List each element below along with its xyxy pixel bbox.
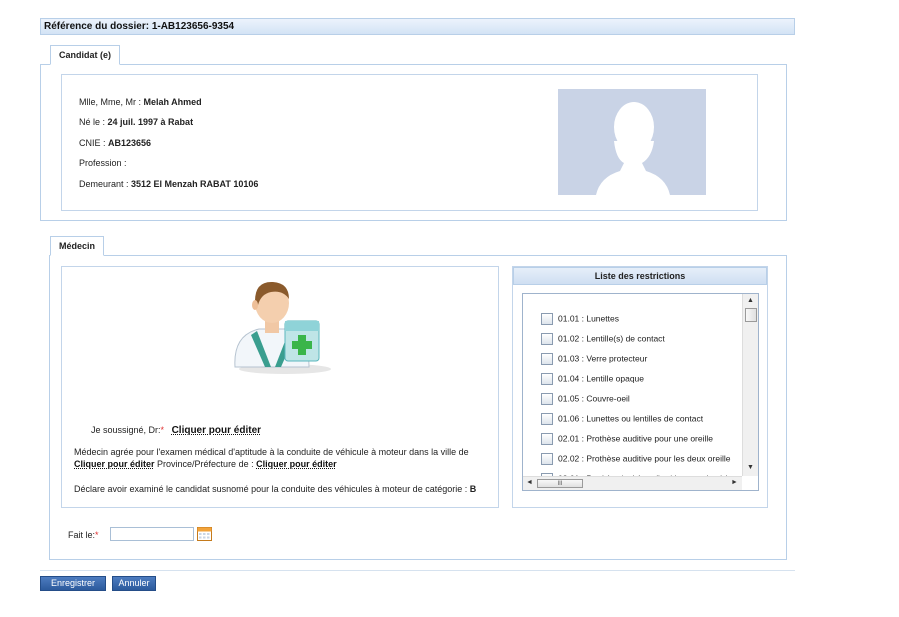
restriction-label: 01.04 : Lentille opaque [558, 373, 645, 384]
candidat-profession: Profession : [79, 158, 127, 168]
restriction-checkbox[interactable] [541, 453, 553, 465]
restriction-checkbox[interactable] [541, 433, 553, 445]
calendar-icon[interactable] [197, 527, 212, 541]
scroll-down-icon[interactable]: ▼ [747, 464, 754, 471]
restrictions-title: Liste des restrictions [513, 267, 767, 285]
candidat-address: Demeurant : 3512 El Menzah RABAT 10106 [79, 179, 259, 189]
vertical-scroll-thumb[interactable] [745, 308, 757, 322]
doctor-name-edit-link[interactable]: Cliquer pour éditer [172, 425, 261, 436]
divider [40, 570, 795, 571]
agree-text: Médecin agrée pour l'examen médical d'ap… [74, 447, 469, 457]
restriction-item[interactable]: 01.06 : Lunettes ou lentilles de contact [541, 413, 703, 425]
restriction-checkbox[interactable] [541, 413, 553, 425]
restriction-checkbox[interactable] [541, 333, 553, 345]
restriction-checkbox[interactable] [541, 353, 553, 365]
candidat-name-value: Melah Ahmed [143, 97, 202, 107]
restriction-item[interactable]: 01.03 : Verre protecteur [541, 353, 647, 365]
category-value: B [469, 484, 477, 494]
cancel-button[interactable]: Annuler [112, 576, 156, 591]
horizontal-scrollbar[interactable]: ◄ III ► [523, 476, 742, 490]
restriction-label: 01.01 : Lunettes [558, 313, 619, 324]
save-button[interactable]: Enregistrer [40, 576, 106, 591]
restriction-checkbox[interactable] [541, 393, 553, 405]
candidat-birth-value: 24 juil. 1997 à Rabat [107, 117, 194, 127]
restriction-item[interactable]: 01.04 : Lentille opaque [541, 373, 644, 385]
required-mark: * [160, 425, 165, 435]
restrictions-list[interactable]: 01.01 : Lunettes 01.02 : Lentille(s) de c… [522, 293, 759, 491]
candidat-cnie: CNIE : AB123656 [79, 138, 152, 148]
candidat-name: Mlle, Mme, Mr : Melah Ahmed [79, 97, 202, 107]
restriction-label: 01.03 : Verre protecteur [558, 353, 648, 364]
candidat-birth: Né le : 24 juil. 1997 à Rabat [79, 117, 194, 127]
restriction-label: 02.01 : Prothèse auditive pour une oreil… [558, 433, 713, 444]
horizontal-scroll-thumb[interactable]: III [537, 479, 583, 488]
restriction-item[interactable]: 01.01 : Lunettes [541, 313, 619, 325]
tab-medecin[interactable]: Médecin [50, 236, 105, 256]
vertical-scrollbar[interactable]: ▲ ▼ [742, 294, 758, 476]
city-edit-link[interactable]: Cliquer pour éditer [74, 459, 155, 469]
restriction-label: 01.02 : Lentille(s) de contact [558, 333, 665, 344]
restriction-item[interactable]: 02.01 : Prothèse auditive pour une oreil… [541, 433, 713, 445]
restriction-label: 01.05 : Couvre-oeil [558, 393, 630, 404]
fait-le-input[interactable] [110, 527, 194, 541]
tab-candidat[interactable]: Candidat (e) [50, 45, 121, 65]
candidat-cnie-value: AB123656 [108, 138, 152, 148]
restriction-item[interactable]: 01.05 : Couvre-oeil [541, 393, 630, 405]
restriction-checkbox[interactable] [541, 313, 553, 325]
province-edit-link[interactable]: Cliquer pour éditer [256, 459, 337, 469]
doctor-icon [225, 275, 335, 375]
scroll-left-icon[interactable]: ◄ [526, 479, 533, 486]
restriction-label: 02.02 : Prothèse auditive pour les deux … [558, 453, 731, 464]
city-row: Cliquer pour éditer Province/Préfecture … [74, 459, 337, 469]
fait-le-label-row: Fait le:* [68, 530, 99, 540]
restriction-label: 01.06 : Lunettes ou lentilles de contact [558, 413, 704, 424]
avatar-placeholder-icon [558, 89, 706, 195]
soussigne-row: Je soussigné, Dr:* Cliquer pour éditer [91, 425, 262, 436]
scroll-right-icon[interactable]: ► [731, 479, 738, 486]
restriction-item[interactable]: 02.02 : Prothèse auditive pour les deux … [541, 453, 730, 465]
restriction-item[interactable]: 01.02 : Lentille(s) de contact [541, 333, 665, 345]
scroll-up-icon[interactable]: ▲ [747, 297, 754, 304]
restriction-checkbox[interactable] [541, 373, 553, 385]
declare-row: Déclare avoir examiné le candidat susnom… [74, 484, 477, 494]
candidat-address-value: 3512 El Menzah RABAT 10106 [131, 179, 259, 189]
dossier-reference: Référence du dossier: 1-AB123656-9354 [40, 18, 795, 35]
